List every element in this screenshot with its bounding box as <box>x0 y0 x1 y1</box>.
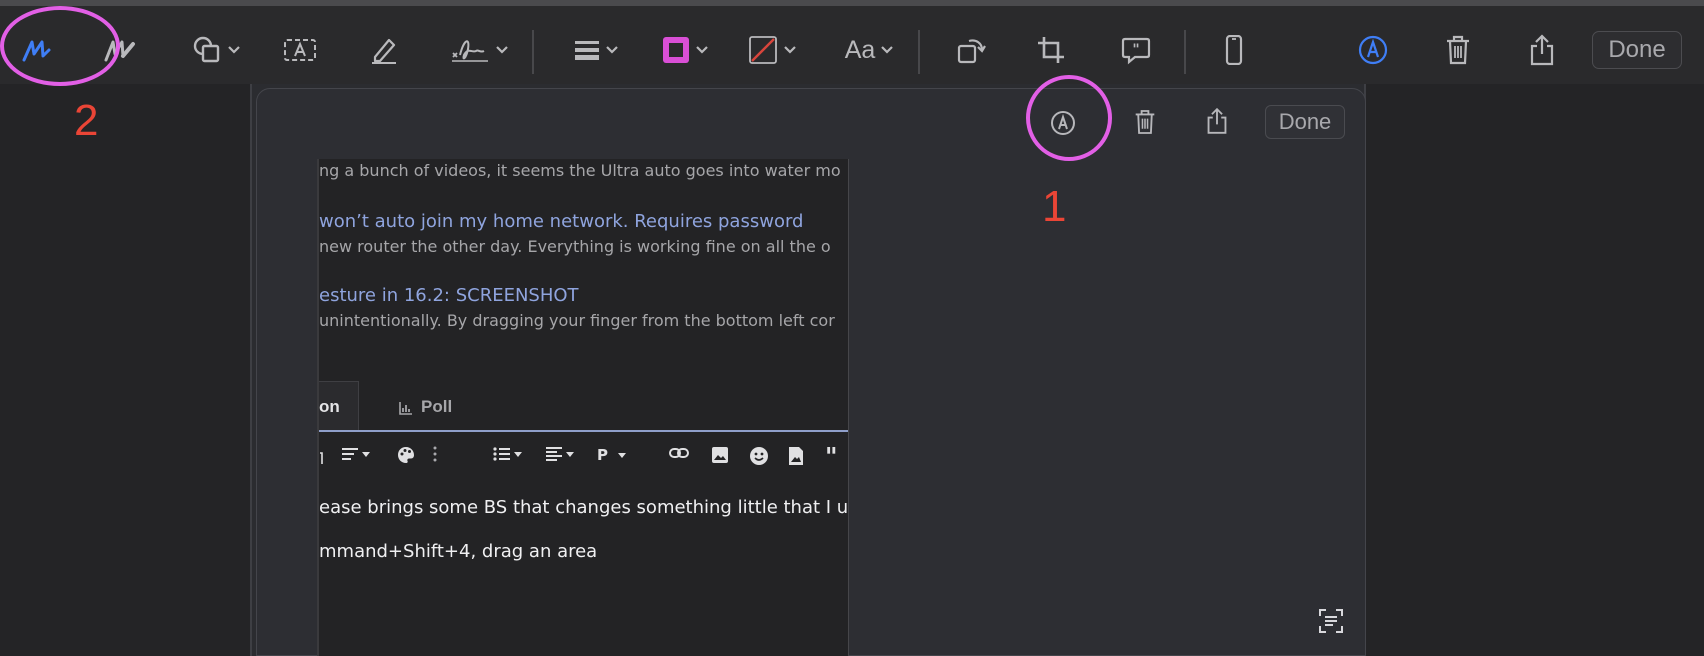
highlight-tool[interactable] <box>368 12 400 88</box>
link-icon <box>669 448 689 458</box>
media-button[interactable] <box>787 446 805 466</box>
shape-style-tool[interactable] <box>568 12 624 88</box>
tab-discussion-label: on <box>319 397 340 416</box>
editor-body-line[interactable]: ease brings some BS that changes somethi… <box>319 497 848 518</box>
thread-snippet: ng a bunch of videos, it seems the Ultra… <box>319 161 841 180</box>
paragraph-align-button[interactable] <box>341 446 370 462</box>
annotation-circle-2 <box>0 6 120 86</box>
border-color-icon <box>663 37 689 63</box>
paragraph-format-button[interactable]: P <box>597 446 626 464</box>
text-style-label: Aa <box>844 35 876 64</box>
text-box-icon <box>284 39 316 61</box>
description-tool[interactable]: " <box>1120 12 1152 88</box>
done-button[interactable]: Done <box>1592 31 1682 69</box>
quote-icon: " <box>825 442 838 471</box>
screenshot-canvas: Done ng a bunch of videos, it seems the … <box>250 84 1366 656</box>
trash-icon <box>1135 110 1155 134</box>
thread-snippet: new router the other day. Everything is … <box>319 237 831 256</box>
signature-icon <box>452 40 488 62</box>
toolbar-divider <box>918 30 920 74</box>
paragraph-align-icon <box>342 448 358 460</box>
list-icon <box>493 447 510 461</box>
thread-title-link[interactable]: won’t auto join my home network. Require… <box>319 211 803 232</box>
chevron-down-icon <box>606 46 618 54</box>
annotation-number-1: 1 <box>1042 182 1067 231</box>
tab-poll-label: Poll <box>421 397 453 416</box>
list-button[interactable] <box>493 446 522 462</box>
web-page-capture: ng a bunch of videos, it seems the Ultra… <box>317 159 849 656</box>
sign-tool[interactable] <box>448 12 510 88</box>
highlighter-icon <box>372 38 396 64</box>
link-button[interactable] <box>669 446 689 460</box>
align-button[interactable] <box>545 446 574 462</box>
thread-title-link[interactable]: esture in 16.2: SCREENSHOT <box>319 285 579 306</box>
share-icon <box>1530 34 1554 66</box>
embedded-markup-window: Done ng a bunch of videos, it seems the … <box>256 88 1366 656</box>
inner-trash-button[interactable] <box>1133 107 1157 137</box>
border-color-tool[interactable] <box>656 12 714 88</box>
markup-pen-icon <box>1358 35 1388 65</box>
fill-color-tool[interactable] <box>742 12 802 88</box>
more-icon <box>433 446 437 462</box>
quote-bubble-icon: " <box>1121 37 1151 65</box>
paragraph-icon: P <box>597 446 608 464</box>
quote-button[interactable]: " <box>825 442 838 471</box>
chevron-down-icon <box>784 46 796 54</box>
chevron-down-icon <box>566 451 574 457</box>
thread-snippet: unintentionally. By dragging your finger… <box>319 311 835 330</box>
annotation-circle-1 <box>1026 75 1112 161</box>
chevron-down-icon <box>696 46 708 54</box>
svg-text:": " <box>1132 42 1139 58</box>
editor-toolbar: P " <box>319 432 848 484</box>
palette-icon <box>398 447 414 463</box>
shapes-icon <box>193 36 220 63</box>
toolbar-divider <box>1184 30 1186 74</box>
chevron-down-icon <box>514 451 522 457</box>
chevron-down-icon <box>881 46 894 54</box>
inner-share-button[interactable] <box>1205 105 1229 137</box>
line-weight-icon <box>575 41 599 60</box>
font-size-fragment <box>319 452 323 466</box>
chevron-down-icon <box>362 451 370 457</box>
chevron-down-icon <box>228 46 240 54</box>
media-icon <box>789 447 803 465</box>
emoji-button[interactable] <box>749 446 769 466</box>
markup-toolbar: Aa " Done <box>0 0 1704 84</box>
image-button[interactable] <box>711 446 729 464</box>
markup-button[interactable] <box>1358 12 1388 88</box>
toolbar-divider <box>532 30 534 74</box>
editor-body-line[interactable]: mmand+Shift+4, drag an area <box>319 541 597 562</box>
align-icon <box>546 447 562 461</box>
rotate-tool[interactable] <box>956 12 986 88</box>
live-text-icon <box>1319 609 1343 633</box>
trash-icon <box>1447 35 1469 65</box>
text-tool[interactable] <box>282 12 318 88</box>
bar-chart-icon <box>399 402 412 415</box>
share-button[interactable] <box>1528 12 1556 88</box>
share-icon <box>1207 107 1227 134</box>
phone-icon <box>1225 35 1243 65</box>
annotation-number-2: 2 <box>74 96 99 145</box>
text-style-tool[interactable]: Aa <box>838 12 900 88</box>
trash-button[interactable] <box>1444 12 1472 88</box>
fill-color-icon <box>749 36 777 64</box>
emoji-icon <box>750 447 768 465</box>
inner-done-button[interactable]: Done <box>1265 105 1345 139</box>
more-options-button[interactable] <box>433 446 437 462</box>
device-frame-tool[interactable] <box>1224 12 1244 88</box>
color-button[interactable] <box>397 446 415 464</box>
chevron-down-icon <box>496 46 508 54</box>
shapes-tool[interactable] <box>186 12 246 88</box>
live-text-button[interactable] <box>1317 607 1345 635</box>
image-icon <box>712 447 728 463</box>
rotate-icon <box>957 39 986 64</box>
chevron-down-icon <box>618 452 626 458</box>
crop-icon <box>1038 37 1064 63</box>
